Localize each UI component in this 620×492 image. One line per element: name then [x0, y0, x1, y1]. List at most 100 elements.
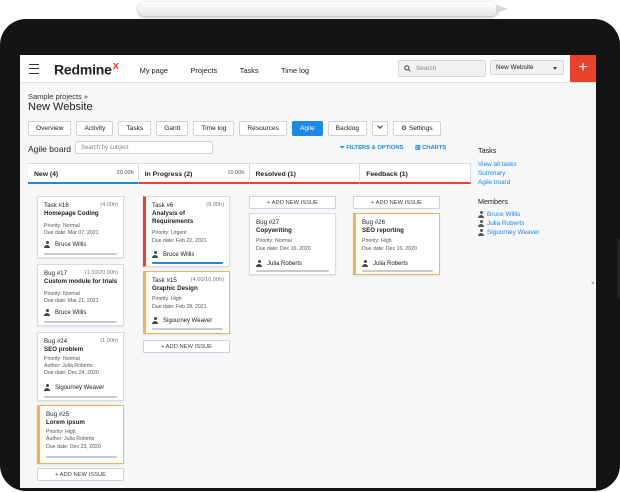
tab-time-log[interactable]: Time log: [193, 121, 235, 136]
tab-resources[interactable]: Resources: [239, 121, 287, 136]
column-hours: 10.00h: [227, 170, 245, 176]
sidebar-summary[interactable]: Summary: [478, 170, 505, 177]
column-name: Feedback (1): [366, 171, 408, 178]
user-icon: [44, 309, 50, 316]
user-icon: [152, 317, 158, 324]
sidebar-member-bruce-willis[interactable]: Bruce Willis: [478, 211, 520, 218]
card-assignee[interactable]: Bruce Willis: [44, 241, 86, 248]
card-hours: (4.00h): [100, 202, 118, 208]
charts-link[interactable]: ▥ CHARTS: [415, 145, 446, 151]
card-task-16[interactable]: Task #16 (4.00h) Homepage Coding Priorit…: [37, 196, 124, 258]
column-name: New (4): [34, 171, 59, 178]
card-bug-25[interactable]: Bug #25 Lorem ipsum Priority: High Autho…: [37, 405, 124, 464]
sidebar-agile-board[interactable]: Agile board: [478, 179, 510, 186]
add-new-issue-button[interactable]: + ADD NEW ISSUE: [143, 340, 230, 353]
filters-options-link[interactable]: ⏷ FILTERS & OPTIONS: [340, 145, 403, 152]
menu-icon[interactable]: [29, 63, 39, 74]
search-input[interactable]: Search: [398, 60, 486, 77]
logo[interactable]: Redminex: [54, 60, 119, 78]
subject-search-input[interactable]: Search by subject: [75, 141, 213, 154]
card-name[interactable]: Graphic Design: [152, 285, 222, 293]
sidebar-members-heading: Members: [478, 197, 508, 206]
tab-tasks[interactable]: Tasks: [118, 121, 152, 136]
card-priority: Priority: High: [46, 429, 76, 435]
add-new-issue-button[interactable]: + ADD NEW ISSUE: [249, 196, 336, 209]
add-button[interactable]: +: [570, 55, 596, 82]
nav-projects[interactable]: Projects: [190, 66, 217, 75]
card-due-date: Due date: Dec 16, 2020: [256, 246, 311, 252]
card-task-6[interactable]: Task #6 (9.00h) Analysis of Requirements…: [143, 196, 230, 267]
card-id[interactable]: Task #16: [44, 202, 69, 209]
tab-activity[interactable]: Activity: [76, 121, 114, 136]
card-name[interactable]: SEO reporting: [362, 227, 432, 235]
card-name[interactable]: Homepage Coding: [44, 210, 114, 218]
card-due-date: Due date: Dec 23, 2020: [46, 444, 101, 450]
card-assignee[interactable]: Julia Roberts: [256, 260, 302, 267]
card-assignee[interactable]: Sigourney Weaver: [44, 384, 104, 391]
progress-bar: [44, 253, 117, 255]
nav-tasks[interactable]: Tasks: [240, 66, 259, 75]
chevron-down-icon: [553, 67, 557, 70]
user-icon: [256, 260, 262, 267]
card-name[interactable]: Custom module for trials: [44, 278, 124, 286]
project-select[interactable]: New Website: [490, 60, 564, 75]
add-new-issue-button[interactable]: + ADD NEW ISSUE: [353, 196, 440, 209]
card-name[interactable]: Copywriting: [256, 227, 326, 235]
column-header-in-progress: In Progress (2) 10.00h: [138, 163, 250, 184]
member-name: Julia Roberts: [487, 220, 525, 227]
card-due-date: Due date: Mar 07, 2021: [44, 230, 99, 236]
card-task-15[interactable]: Task #15 (4.00/10.00h) Graphic Design Pr…: [143, 271, 230, 334]
nav-time-log[interactable]: Time log: [281, 66, 309, 75]
column-header-new: New (4) 20.00h: [28, 163, 139, 184]
progress-bar: [46, 456, 117, 458]
board-columns: New (4) 20.00h In Progress (2) 10.00h Reso…: [28, 163, 471, 184]
sidebar-view-all-tasks[interactable]: View all tasks: [478, 161, 517, 168]
breadcrumb[interactable]: Sample projects »: [28, 92, 88, 101]
card-id[interactable]: Bug #17: [44, 270, 67, 277]
card-assignee[interactable]: Bruce Willis: [44, 309, 86, 316]
card-id[interactable]: Task #15: [152, 277, 177, 284]
card-bug-26[interactable]: Bug #26 SEO reporting Priority: High Due…: [353, 213, 440, 275]
card-name[interactable]: Analysis of Requirements: [152, 210, 208, 226]
progress-bar: [44, 321, 117, 323]
card-name[interactable]: SEO problem: [44, 346, 114, 354]
card-name[interactable]: Lorem ipsum: [46, 419, 116, 427]
tab-backlog[interactable]: Backlog: [327, 121, 368, 136]
tab-more[interactable]: [372, 121, 389, 136]
card-id[interactable]: Bug #27: [256, 219, 279, 226]
tab-settings[interactable]: ⚙ Settings: [393, 121, 441, 136]
add-new-issue-button[interactable]: + ADD NEW ISSUE: [37, 468, 124, 481]
apple-pencil: [138, 2, 508, 16]
card-hours: (4.00/10.00h): [190, 277, 224, 283]
card-priority: Priority: High: [152, 296, 182, 302]
user-icon: [44, 241, 50, 248]
card-id[interactable]: Bug #25: [46, 411, 69, 418]
tab-overview[interactable]: Overview: [28, 121, 72, 136]
card-hours: (1.00/20.00h): [84, 270, 118, 276]
assignee-name: Sigourney Weaver: [163, 317, 213, 324]
sidebar-member-julia-roberts[interactable]: Julia Roberts: [478, 220, 524, 227]
card-id[interactable]: Task #6: [152, 202, 173, 209]
card-priority: Priority: Normal: [44, 356, 80, 362]
page-title: New Website: [28, 101, 93, 113]
card-id[interactable]: Bug #24: [44, 338, 67, 345]
user-icon: [44, 384, 50, 391]
user-icon: [478, 229, 484, 236]
card-id[interactable]: Bug #26: [362, 219, 385, 226]
tab-gantt[interactable]: Gantt: [156, 121, 189, 136]
chevron-down-icon: [377, 123, 383, 129]
card-bug-24[interactable]: Bug #24 (1.00h) SEO problem Priority: No…: [37, 332, 124, 401]
assignee-name: Julia Roberts: [267, 260, 303, 267]
sidebar-member-sigourney-weaver[interactable]: Sigourney Weaver: [478, 229, 539, 236]
sidebar-toggle-icon[interactable]: ×: [591, 281, 596, 291]
nav-my-page[interactable]: My page: [140, 66, 168, 75]
card-assignee[interactable]: Bruce Willis: [152, 251, 194, 258]
board-title: Agile board: [28, 144, 72, 154]
card-assignee[interactable]: Julia Roberts: [362, 260, 408, 267]
card-bug-27[interactable]: Bug #27 Copywriting Priority: Normal Due…: [249, 213, 336, 275]
search-icon: [404, 65, 411, 72]
user-icon: [478, 211, 484, 218]
tab-agile[interactable]: Agile: [291, 121, 323, 136]
card-assignee[interactable]: Sigourney Weaver: [152, 317, 212, 324]
card-bug-17[interactable]: Bug #17 (1.00/20.00h) Custom module for …: [37, 264, 124, 326]
